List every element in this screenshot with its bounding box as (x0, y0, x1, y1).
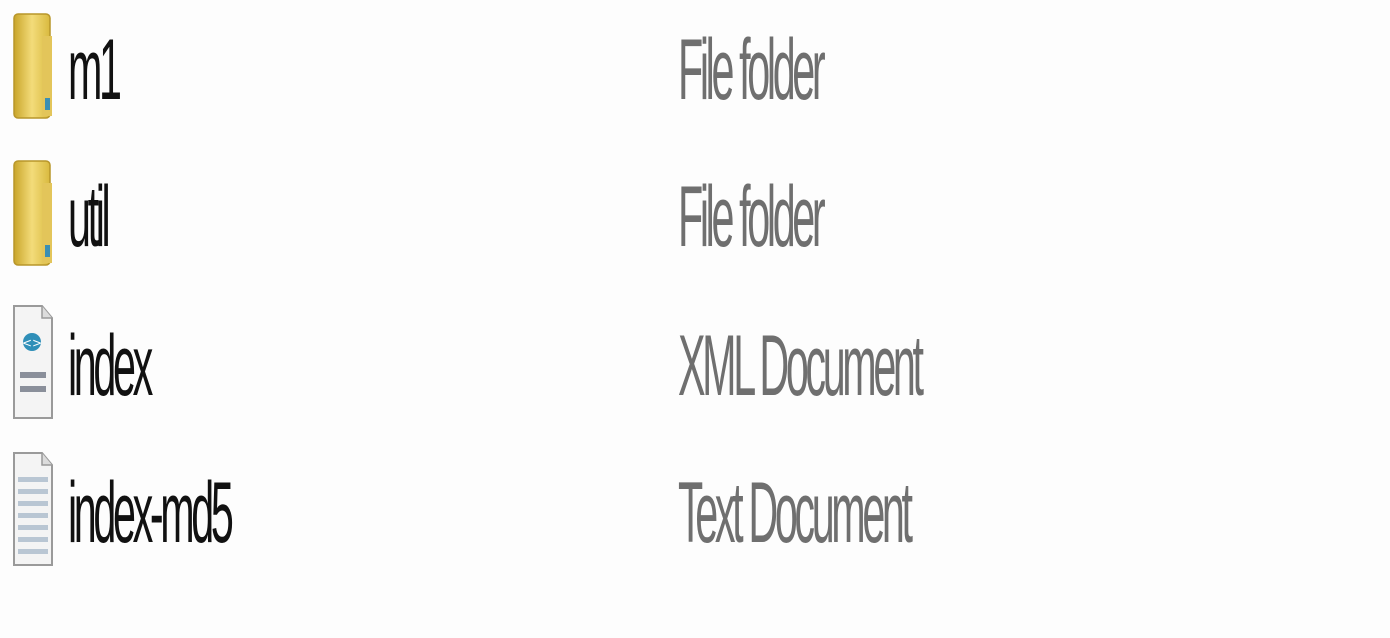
file-row-index-md5[interactable]: index-md5 Text Document (0, 443, 1390, 583)
file-name: m1 (68, 22, 122, 118)
folder-icon (12, 153, 56, 283)
file-row-m1[interactable]: m1 File folder (0, 0, 1390, 140)
file-name: util (68, 169, 111, 265)
xml-document-icon: <> (12, 302, 56, 432)
file-list: m1 File folder util File folder <> index… (0, 0, 1390, 638)
file-type: Text Document (678, 465, 913, 561)
text-document-icon (12, 449, 56, 579)
file-name: index (68, 318, 153, 414)
folder-icon (12, 6, 56, 136)
file-row-util[interactable]: util File folder (0, 147, 1390, 287)
svg-text:<>: <> (22, 336, 42, 350)
file-row-index[interactable]: <> index XML Document (0, 296, 1390, 436)
file-type: File folder (678, 22, 826, 118)
file-name: index-md5 (68, 465, 234, 561)
file-type: XML Document (678, 318, 924, 414)
file-type: File folder (678, 169, 826, 265)
